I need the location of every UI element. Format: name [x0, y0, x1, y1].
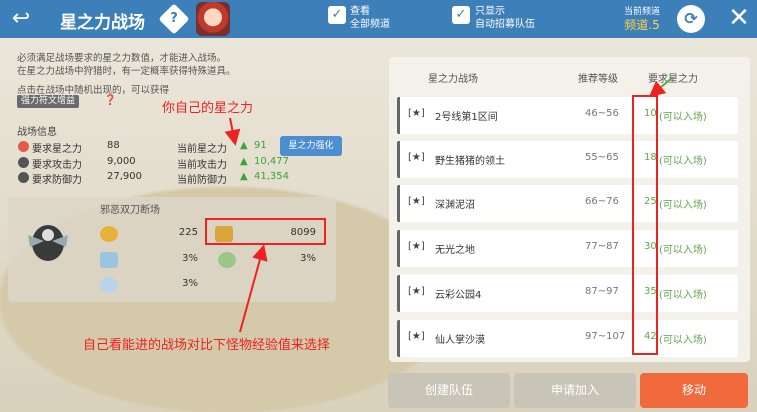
battlefield-level: 77~87 — [585, 241, 619, 252]
req-attack-value: 9,000 — [107, 156, 136, 167]
battlefield-status: (可以入场) — [659, 112, 707, 123]
star-force-icon — [18, 141, 29, 152]
list-item[interactable]: [★] 深渊泥沼 66~76 25 (可以入场) — [397, 185, 738, 222]
monster-portrait — [28, 225, 68, 261]
checkbox-all-channels-label: 查看 全部频道 — [350, 6, 390, 30]
potion-icon — [218, 252, 236, 268]
star-icon: [★] — [408, 286, 425, 297]
list-item[interactable]: [★] 野生猪猪的领土 55~65 18 (可以入场) — [397, 141, 738, 178]
cur-star-label: 当前星之力 — [177, 144, 227, 155]
create-party-button[interactable]: 创建队伍 — [388, 373, 510, 408]
battlefield-level: 87~97 — [585, 286, 619, 297]
checkbox-auto-recruit[interactable]: ✓ — [452, 6, 470, 24]
top-bar: ↩ 星之力战场 ? ✓ 查看 全部频道 ✓ 只显示 自动招募队伍 当前频道 频道.5… — [0, 0, 757, 38]
channel-value[interactable]: 频道.5 — [612, 16, 672, 33]
req-defense-label: 要求防御力 — [32, 175, 82, 186]
battlefield-level: 46~56 — [585, 108, 619, 119]
up-arrow-icon: ▲ — [240, 171, 248, 182]
monster-meso: 225 — [178, 227, 198, 238]
req-attack-label: 要求攻击力 — [32, 160, 82, 171]
exp-highlight-box — [205, 218, 326, 245]
req-defense-value: 27,900 — [107, 171, 142, 182]
bottle-icon — [100, 277, 118, 293]
battlefield-level: 66~76 — [585, 196, 619, 207]
battlefield-level: 55~65 — [585, 152, 619, 163]
list-item[interactable]: [★] 2号线第1区间 46~56 10 (可以入场) — [397, 97, 738, 134]
buff-help-icon[interactable]: ❓ — [104, 95, 116, 106]
req-highlight-box — [632, 95, 658, 355]
col-header-name: 星之力战场 — [428, 74, 478, 85]
req-star-label: 要求星之力 — [32, 144, 82, 155]
star-icon: [★] — [408, 152, 425, 163]
apply-join-button[interactable]: 申请加入 — [514, 373, 636, 408]
annotation-bottom: 自己看能进的战场对比下怪物经验值来选择 — [83, 338, 331, 353]
star-icon: [★] — [408, 196, 425, 207]
battlefield-info-label: 战场信息 — [17, 127, 57, 138]
req-star-value: 88 — [107, 140, 120, 151]
battlefield-name: 野生猪猪的领土 — [435, 156, 505, 167]
battlefield-status: (可以入场) — [659, 156, 707, 167]
battlefield-name: 仙人掌沙漠 — [435, 335, 485, 346]
monster-drop-rate: 3% — [182, 253, 198, 264]
up-arrow-icon: ▲ — [240, 156, 248, 167]
list-item[interactable]: [★] 云彩公园4 87~97 35 (可以入场) — [397, 275, 738, 312]
avatar — [196, 2, 230, 36]
monster-potion-rate: 3% — [300, 253, 316, 264]
checkbox-all-channels[interactable]: ✓ — [328, 6, 346, 24]
battlefield-status: (可以入场) — [659, 200, 707, 211]
battlefield-level: 97~107 — [585, 331, 626, 342]
col-header-level: 推荐等级 — [578, 74, 618, 85]
cur-star-value: 91 — [254, 140, 267, 151]
battlefield-name: 云彩公园4 — [435, 290, 482, 301]
checkbox-auto-recruit-label: 只显示 自动招募队伍 — [475, 6, 535, 30]
refresh-button[interactable]: ⟳ — [677, 5, 705, 33]
help-icon[interactable]: ? — [158, 3, 190, 35]
meso-icon — [100, 226, 118, 242]
up-arrow-icon: ▲ — [240, 140, 248, 151]
close-button[interactable]: ✕ — [724, 4, 754, 34]
monster-name: 邪恶双刀断场 — [100, 205, 160, 216]
star-icon: [★] — [408, 241, 425, 252]
battlefield-status: (可以入场) — [659, 290, 707, 301]
rune-hint: 点击在战场中随机出现的，可以获得 — [17, 85, 170, 96]
cur-attack-value: 10,477 — [254, 156, 289, 167]
battlefield-name: 2号线第1区间 — [435, 112, 498, 123]
defense-icon — [18, 172, 29, 183]
battlefield-status: (可以入场) — [659, 245, 707, 256]
back-button[interactable]: ↩ — [6, 4, 36, 34]
cur-defense-value: 41,354 — [254, 171, 289, 182]
monster-bottle-rate: 3% — [182, 278, 198, 289]
star-icon: [★] — [408, 331, 425, 342]
annotation-star-force: 你自己的星之力 — [162, 101, 254, 116]
list-item[interactable]: [★] 仙人掌沙漠 97~107 42 (可以入场) — [397, 320, 738, 357]
rune-buff-tag: 强力符文增益 — [17, 95, 80, 108]
battlefield-status: (可以入场) — [659, 335, 707, 346]
move-button[interactable]: 移动 — [640, 373, 748, 408]
cur-defense-label: 当前防御力 — [177, 175, 227, 186]
star-force-enhance-button[interactable]: 星之力强化 — [280, 136, 342, 156]
description: 必须满足战场要求的星之力数值，才能进入战场。 在星之力战场中狩猎时，有一定概率获… — [17, 53, 236, 77]
battlefield-name: 深渊泥沼 — [435, 200, 475, 211]
list-item[interactable]: [★] 无光之地 77~87 30 (可以入场) — [397, 230, 738, 267]
page-title: 星之力战场 — [60, 13, 145, 33]
drop-icon — [100, 252, 118, 268]
star-icon: [★] — [408, 108, 425, 119]
battlefield-name: 无光之地 — [435, 245, 475, 256]
cur-attack-label: 当前攻击力 — [177, 160, 227, 171]
attack-icon — [18, 157, 29, 168]
col-header-req: 要求星之力 — [648, 74, 698, 85]
